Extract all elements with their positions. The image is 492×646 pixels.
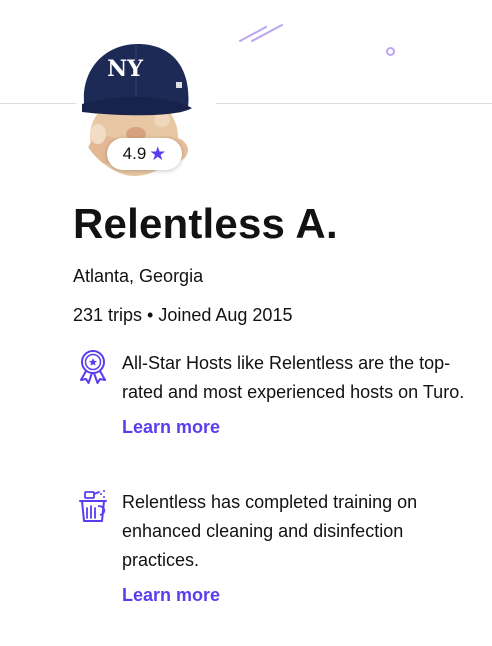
host-name: Relentless A. (73, 200, 338, 247)
host-location: Atlanta, Georgia (73, 266, 204, 286)
rating-value: 4.9 (122, 144, 147, 163)
learn-more-link[interactable]: Learn more (122, 581, 220, 610)
cap-logo: NY (107, 56, 143, 82)
host-stats: 231 trips • Joined Aug 2015 (73, 305, 293, 325)
cleaning-bucket-icon (79, 490, 107, 522)
award-ribbon-icon (80, 350, 106, 384)
decorative-circle (386, 47, 395, 56)
feature-text: Relentless has completed training on enh… (122, 492, 418, 570)
rating-badge: 4.9 ★ (107, 138, 182, 170)
header-divider (0, 103, 492, 104)
decorative-lines (239, 24, 283, 42)
feature-text: All-Star Hosts like Relentless are the t… (122, 353, 465, 402)
learn-more-link[interactable]: Learn more (122, 413, 220, 442)
star-icon: ★ (149, 143, 167, 165)
